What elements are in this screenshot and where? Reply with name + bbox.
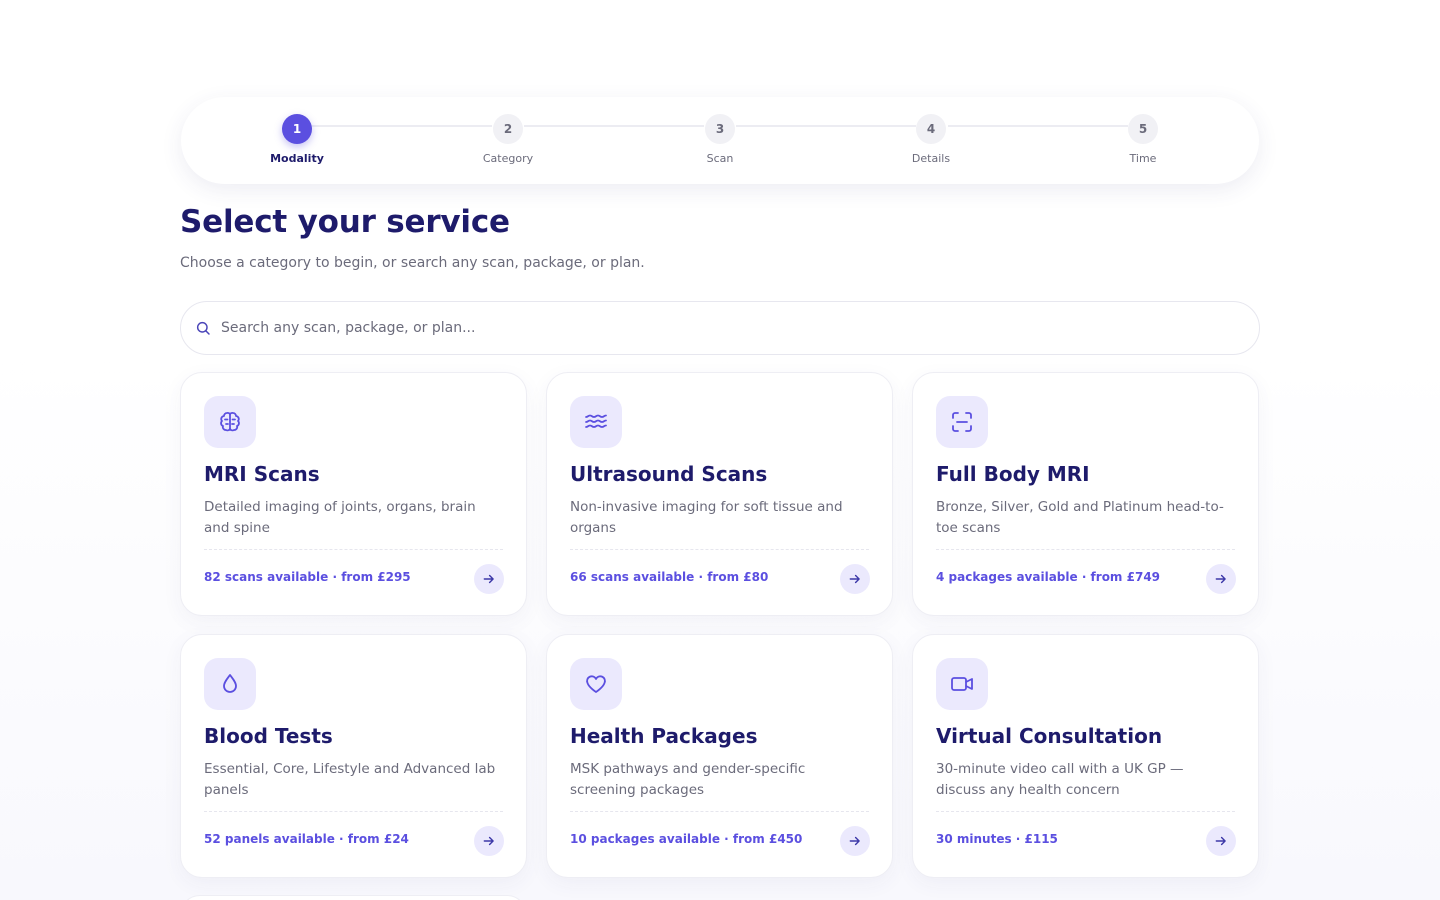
- arrow-right-icon[interactable]: [1206, 564, 1236, 594]
- arrow-right-icon[interactable]: [474, 826, 504, 856]
- step-modality[interactable]: 1 Modality: [237, 114, 357, 165]
- step-details[interactable]: 4 Details: [871, 114, 991, 165]
- card-availability: 4 packages available · from £749: [936, 570, 1161, 584]
- card-description: 30-minute video call with a UK GP — disc…: [936, 761, 1184, 798]
- search-input[interactable]: [221, 320, 1259, 336]
- video-camera-icon: [936, 658, 988, 710]
- card-divider: [204, 811, 503, 812]
- droplet-icon: [204, 658, 256, 710]
- card-description: Detailed imaging of joints, organs, brai…: [204, 499, 476, 536]
- scan-frame-icon: [936, 396, 988, 448]
- step-time[interactable]: 5 Time: [1083, 114, 1203, 165]
- service-card-blood-tests[interactable]: Blood Tests Essential, Core, Lifestyle a…: [180, 634, 527, 878]
- card-divider: [936, 549, 1235, 550]
- search-icon: [195, 320, 211, 336]
- arrow-right-icon[interactable]: [840, 564, 870, 594]
- card-divider: [936, 811, 1235, 812]
- card-title: Health Packages: [570, 724, 758, 748]
- waves-icon: [570, 396, 622, 448]
- card-title: Ultrasound Scans: [570, 462, 768, 486]
- card-title: Virtual Consultation: [936, 724, 1163, 748]
- card-title: MRI Scans: [204, 462, 320, 486]
- service-card-full-body-mri[interactable]: Full Body MRI Bronze, Silver, Gold and P…: [912, 372, 1259, 616]
- card-divider: [204, 549, 503, 550]
- step-number: 2: [493, 114, 523, 144]
- search-bar[interactable]: [180, 301, 1260, 355]
- step-scan[interactable]: 3 Scan: [660, 114, 780, 165]
- card-description: Bronze, Silver, Gold and Platinum head-t…: [936, 499, 1224, 536]
- arrow-right-icon[interactable]: [474, 564, 504, 594]
- card-description: Non-invasive imaging for soft tissue and…: [570, 499, 843, 536]
- service-card-partial[interactable]: [180, 895, 527, 900]
- card-description: MSK pathways and gender-specific screeni…: [570, 761, 806, 798]
- card-availability: 30 minutes · £115: [936, 832, 1058, 846]
- card-availability: 52 panels available · from £24: [204, 832, 409, 846]
- card-title: Blood Tests: [204, 724, 333, 748]
- step-label: Details: [911, 152, 951, 165]
- arrow-right-icon[interactable]: [840, 826, 870, 856]
- brain-icon: [204, 396, 256, 448]
- service-card-health-packages[interactable]: Health Packages MSK pathways and gender-…: [546, 634, 893, 878]
- card-title: Full Body MRI: [936, 462, 1090, 486]
- step-number: 5: [1128, 114, 1158, 144]
- page-subtitle: Choose a category to begin, or search an…: [180, 255, 645, 271]
- step-number: 4: [916, 114, 946, 144]
- service-card-mri-scans[interactable]: MRI Scans Detailed imaging of joints, or…: [180, 372, 527, 616]
- card-availability: 10 packages available · from £450: [570, 832, 803, 846]
- page-title: Select your service: [180, 204, 510, 240]
- heart-icon: [570, 658, 622, 710]
- card-divider: [570, 811, 869, 812]
- card-description: Essential, Core, Lifestyle and Advanced …: [204, 761, 496, 798]
- step-category[interactable]: 2 Category: [448, 114, 568, 165]
- card-availability: 66 scans available · from £80: [570, 570, 769, 584]
- step-label: Category: [482, 152, 534, 165]
- step-number: 3: [705, 114, 735, 144]
- step-label: Scan: [706, 152, 734, 165]
- step-label: Time: [1129, 152, 1157, 165]
- service-card-ultrasound-scans[interactable]: Ultrasound Scans Non-invasive imaging fo…: [546, 372, 893, 616]
- step-label: Modality: [270, 152, 324, 165]
- step-number: 1: [282, 114, 312, 144]
- service-card-virtual-consultation[interactable]: Virtual Consultation 30-minute video cal…: [912, 634, 1259, 878]
- card-availability: 82 scans available · from £295: [204, 570, 411, 584]
- card-divider: [570, 549, 869, 550]
- arrow-right-icon[interactable]: [1206, 826, 1236, 856]
